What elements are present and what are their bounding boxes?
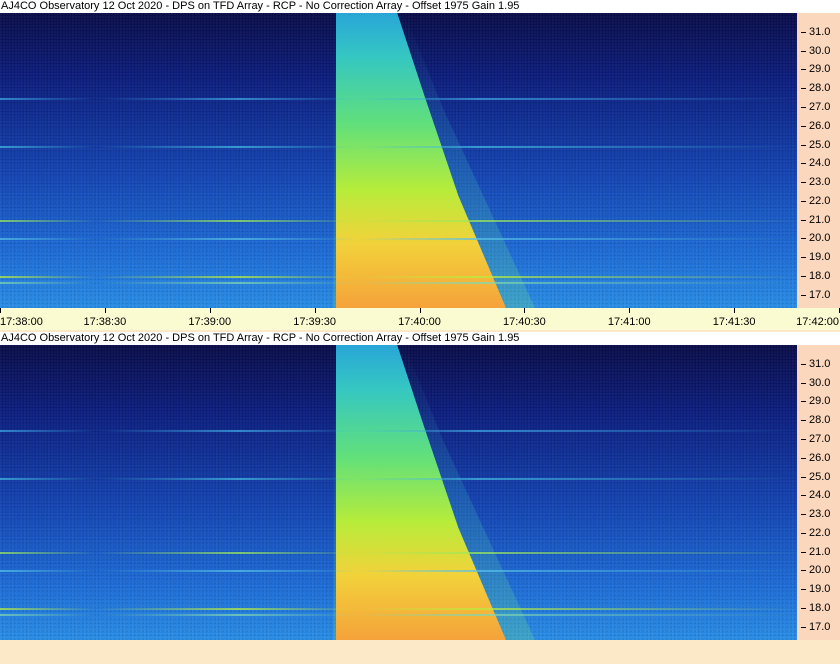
frequency-tick [801,144,806,146]
time-tick-label: 17:39:00 [188,316,232,328]
frequency-tick-label: 17.0 [809,288,831,301]
frequency-tick-label: 23.0 [809,176,831,189]
frequency-tick-label: 24.0 [809,489,831,502]
frequency-tick-label: 30.0 [809,376,831,389]
frequency-tick [801,438,806,440]
frequency-tick [801,219,806,221]
frequency-tick-label: 22.0 [809,526,831,539]
frequency-tick [801,257,806,259]
spectrogram-panel-top: AJ4CO Observatory 12 Oct 2020 - DPS on T… [0,0,840,330]
time-tick [629,308,631,313]
frequency-tick [801,589,806,591]
frequency-tick-label: 18.0 [809,602,831,615]
frequency-tick [801,457,806,459]
frequency-tick-label: 31.0 [809,357,831,370]
frequency-tick-label: 24.0 [809,157,831,170]
frequency-tick [801,182,806,184]
frequency-axis: 31.0 30.0 29.0 28.0 27.0 26.0 25.0 24.0 23.0 22.0… [797,345,840,640]
frequency-tick-label: 18.0 [809,270,831,283]
time-tick [104,308,106,313]
frequency-tick [801,476,806,478]
interference-line [0,478,797,481]
frequency-tick-label: 23.0 [809,508,831,521]
frequency-tick-label: 26.0 [809,119,831,132]
interference-line [0,276,797,279]
frequency-tick [801,31,806,33]
frequency-tick [801,608,806,610]
frequency-tick [801,69,806,71]
frequency-tick [801,125,806,127]
time-tick-label: 17:40:00 [398,316,441,328]
interference-line [0,429,797,432]
frequency-tick-label: 19.0 [809,583,831,596]
frequency-tick [801,401,806,403]
time-tick [524,308,526,313]
frequency-tick-label: 30.0 [809,44,831,57]
time-tick [734,308,736,313]
time-tick-label: 17:40:30 [502,316,546,328]
interference-line [0,608,797,611]
frequency-tick-label: 20.0 [809,232,831,245]
time-axis: 17:38:00 17:38:30 17:39:00 17:39:30 17:40:00… [0,308,840,330]
panel-title: AJ4CO Observatory 12 Oct 2020 - DPS on T… [0,0,840,13]
interference-line [0,97,797,100]
frequency-tick [801,50,806,52]
spectrogram-plot[interactable] [0,345,797,640]
time-tick [314,308,316,313]
time-tick-label: 17:38:00 [0,316,43,328]
frequency-tick-label: 21.0 [809,545,831,558]
interference-line [0,613,797,616]
panel-title: AJ4CO Observatory 12 Oct 2020 - DPS on T… [0,332,840,345]
interference-line [0,570,797,573]
frequency-tick-label: 27.0 [809,432,831,445]
frequency-tick [801,532,806,534]
interference-line [0,219,797,222]
frequency-tick-label: 25.0 [809,138,831,151]
spectrogram-panel-bottom: AJ4CO Observatory 12 Oct 2020 - DPS on T… [0,332,840,642]
frequency-tick [801,514,806,516]
frequency-tick [801,163,806,165]
time-tick-label: 17:41:00 [607,316,651,328]
frequency-tick [801,551,806,553]
frequency-tick-label: 26.0 [809,451,831,464]
frequency-tick [801,570,806,572]
frequency-tick [801,238,806,240]
interference-line [0,281,797,284]
frequency-tick [801,382,806,384]
frequency-tick-label: 28.0 [809,414,831,427]
frequency-tick-label: 27.0 [809,100,831,113]
frequency-tick [801,88,806,90]
time-tick-label: 17:38:30 [83,316,127,328]
interference-line [0,238,797,241]
frequency-axis: 31.0 30.0 29.0 28.0 27.0 26.0 25.0 24.0 23.0 22.0… [797,13,840,308]
time-tick-label: 17:39:30 [293,316,337,328]
time-tick-label: 17:42:00 [796,316,839,328]
frequency-tick [801,495,806,497]
frequency-tick-label: 21.0 [809,213,831,226]
interference-line [0,146,797,149]
frequency-tick-label: 29.0 [809,395,831,408]
time-tick [0,308,1,313]
spectrogram-plot[interactable] [0,13,797,308]
time-tick [209,308,211,313]
frequency-tick [801,106,806,108]
frequency-tick [801,276,806,278]
frequency-tick-label: 31.0 [809,25,831,38]
frequency-tick [801,420,806,422]
frequency-tick [801,200,806,202]
frequency-tick-label: 22.0 [809,194,831,207]
frequency-tick [801,294,806,296]
frequency-tick [801,626,806,628]
frequency-tick [801,363,806,365]
time-tick [419,308,421,313]
frequency-tick-label: 20.0 [809,564,831,577]
frequency-tick-label: 28.0 [809,82,831,95]
frequency-tick-label: 17.0 [809,620,831,633]
time-tick-label: 17:41:30 [712,316,756,328]
frequency-tick-label: 25.0 [809,470,831,483]
frequency-tick-label: 29.0 [809,63,831,76]
interference-line [0,551,797,554]
frequency-tick-label: 19.0 [809,251,831,264]
